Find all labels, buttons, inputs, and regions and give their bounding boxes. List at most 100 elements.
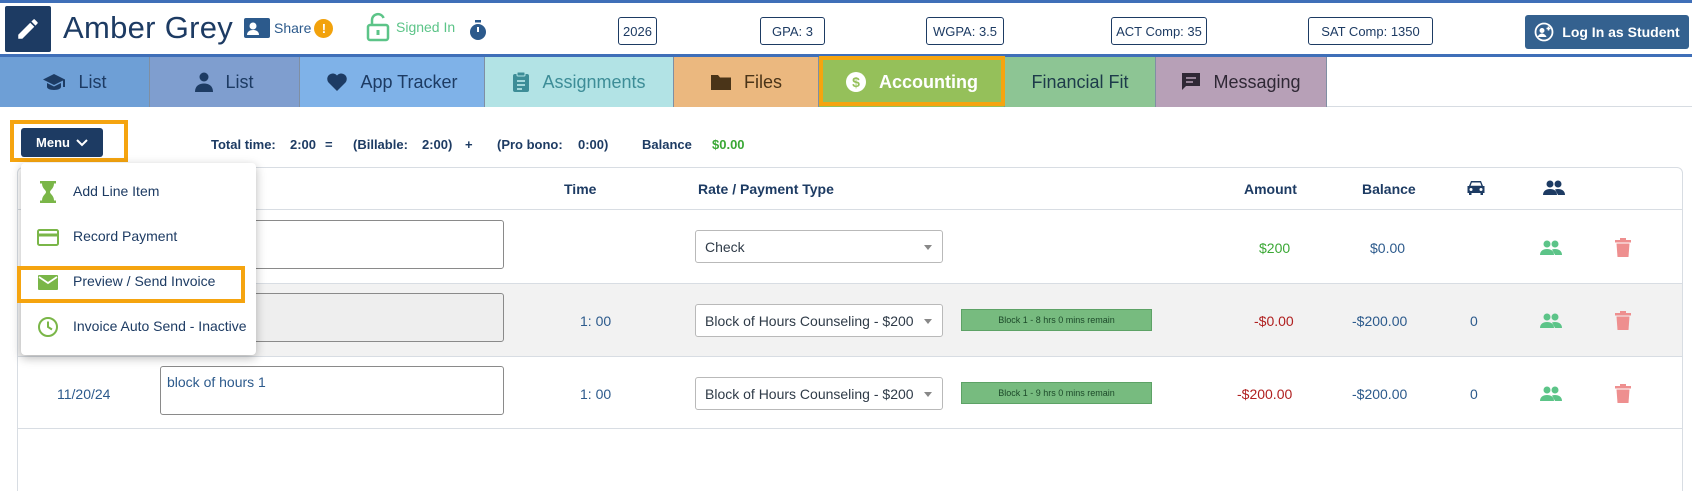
unlock-icon xyxy=(366,12,390,42)
menu-item-label: Invoice Auto Send - Inactive xyxy=(73,318,247,334)
heart-icon xyxy=(327,73,348,91)
caret-down-icon xyxy=(924,245,932,250)
sat-badge: SAT Comp: 1350 xyxy=(1308,17,1433,45)
signed-in-label: Signed In xyxy=(396,19,456,35)
credit-card-icon xyxy=(37,226,59,248)
balance-value: -$200.00 xyxy=(1352,313,1408,329)
tab-assignments[interactable]: Assignments xyxy=(485,57,674,107)
tab-label: Assignments xyxy=(542,71,646,92)
tab-app-tracker[interactable]: App Tracker xyxy=(300,57,485,107)
amount-value: -$0.00 xyxy=(1254,313,1294,329)
rate-select-value: Check xyxy=(705,238,745,255)
chat-icon xyxy=(1182,73,1201,90)
people-icon[interactable] xyxy=(1540,313,1562,334)
dollar-circle-icon: $ xyxy=(846,72,866,92)
menu-dropdown: Add Line Item Record Payment Preview / S… xyxy=(21,163,256,355)
tab-label: List xyxy=(225,71,254,92)
people-icon[interactable] xyxy=(1540,240,1562,261)
balance-value: $0.00 xyxy=(712,137,745,152)
billable-label: (Billable: xyxy=(353,137,408,152)
login-as-student-label: Log In as Student xyxy=(1562,24,1680,40)
signed-in-status[interactable]: Signed In xyxy=(366,12,455,42)
share-button[interactable]: Share ! xyxy=(243,16,334,40)
folder-icon xyxy=(710,75,731,90)
tab-label: Financial Fit xyxy=(1031,71,1129,92)
menu-item-label: Record Payment xyxy=(73,228,178,244)
tab-label: Files xyxy=(743,71,782,92)
column-header-rate: Rate / Payment Type xyxy=(698,181,834,197)
student-name: Amber Grey xyxy=(63,10,234,45)
car-icon xyxy=(1466,179,1486,202)
tab-messaging[interactable]: Messaging xyxy=(1156,57,1327,107)
share-alert-icon: ! xyxy=(314,18,334,38)
envelope-icon xyxy=(37,271,59,293)
tab-accounting[interactable]: $ Accounting xyxy=(819,57,1005,107)
menu-item-add-line-item[interactable]: Add Line Item xyxy=(21,171,256,211)
tab-files[interactable]: Files xyxy=(674,57,819,107)
table-row: Check $200 $0.00 xyxy=(18,209,1682,283)
menu-item-record-payment[interactable]: Record Payment xyxy=(21,216,256,256)
people-header-icon xyxy=(1543,180,1565,201)
tab-label: List xyxy=(78,71,107,92)
tab-financial-fit[interactable]: Financial Fit xyxy=(1005,57,1156,107)
stopwatch-icon[interactable] xyxy=(469,20,487,46)
time-value: 1: 00 xyxy=(580,313,612,329)
balance-value: -$200.00 xyxy=(1352,386,1408,402)
svg-text:$: $ xyxy=(852,74,860,90)
caret-down-icon xyxy=(924,392,932,397)
pro-bono-label: (Pro bono: xyxy=(497,137,563,152)
mileage-count: 0 xyxy=(1470,313,1478,329)
login-as-student-button[interactable]: Log In as Student xyxy=(1525,15,1689,49)
date-value: 11/20/24 xyxy=(57,386,111,402)
trash-icon[interactable] xyxy=(1615,238,1631,262)
menu-item-preview-send-invoice[interactable]: Preview / Send Invoice xyxy=(21,261,256,301)
menu-item-invoice-auto-send[interactable]: Invoice Auto Send - Inactive xyxy=(21,306,256,346)
plus-sign: + xyxy=(465,137,473,152)
trash-icon[interactable] xyxy=(1615,384,1631,408)
wgpa-badge: WGPA: 3.5 xyxy=(926,17,1004,45)
pencil-icon xyxy=(18,19,38,39)
amount-value: -$200.00 xyxy=(1237,386,1293,402)
pro-bono-value: 0:00) xyxy=(578,137,609,152)
menu-label: Menu xyxy=(36,135,70,150)
people-icon[interactable] xyxy=(1540,386,1562,407)
billable-value: 2:00) xyxy=(422,137,453,152)
user-switch-icon xyxy=(1534,22,1554,42)
share-label: Share xyxy=(274,20,312,36)
tab-label: Messaging xyxy=(1213,71,1301,92)
clipboard-icon xyxy=(513,71,530,92)
description-input[interactable]: block of hours 1 xyxy=(160,366,504,415)
gpa-badge: GPA: 3 xyxy=(760,17,825,45)
main-tabs: List List App Tracker Assignments Files … xyxy=(0,57,1692,107)
equals-sign: = xyxy=(325,137,333,152)
block-hours-badge: Block 1 - 9 hrs 0 mins remain xyxy=(961,382,1152,404)
menu-button[interactable]: Menu xyxy=(21,128,103,157)
block-hours-badge: Block 1 - 8 hrs 0 mins remain xyxy=(961,309,1152,331)
trash-icon[interactable] xyxy=(1615,311,1631,335)
rate-select-value: Block of Hours Counseling - $200 xyxy=(705,385,914,402)
chevron-down-icon xyxy=(76,138,88,146)
amount-value: $200 xyxy=(1259,240,1291,256)
graduation-cap-icon xyxy=(43,74,66,90)
tab-list-student[interactable]: List xyxy=(150,57,300,107)
total-time-value: 2:00 xyxy=(290,137,317,152)
tab-label: Accounting xyxy=(879,71,978,92)
table-row: 11/20/24 block of hours 1 1: 00 Block of… xyxy=(18,356,1682,429)
rate-select[interactable]: Block of Hours Counseling - $200 xyxy=(695,304,943,337)
total-time-label: Total time: xyxy=(211,137,276,152)
hourglass-icon xyxy=(37,181,59,203)
balance-value: $0.00 xyxy=(1370,240,1406,256)
rate-select[interactable]: Check xyxy=(695,230,943,263)
column-header-balance: Balance xyxy=(1362,181,1416,197)
time-value: 1: 00 xyxy=(580,386,612,402)
person-icon xyxy=(195,72,214,92)
menu-item-label: Preview / Send Invoice xyxy=(73,273,216,289)
rate-select[interactable]: Block of Hours Counseling - $200 xyxy=(695,377,943,410)
balance-label: Balance xyxy=(642,137,692,152)
mileage-count: 0 xyxy=(1470,386,1478,402)
rate-select-value: Block of Hours Counseling - $200 xyxy=(705,312,914,329)
edit-student-button[interactable] xyxy=(5,6,51,52)
tab-label: App Tracker xyxy=(360,71,458,92)
tab-list-college[interactable]: List xyxy=(0,57,150,107)
caret-down-icon xyxy=(924,319,932,324)
